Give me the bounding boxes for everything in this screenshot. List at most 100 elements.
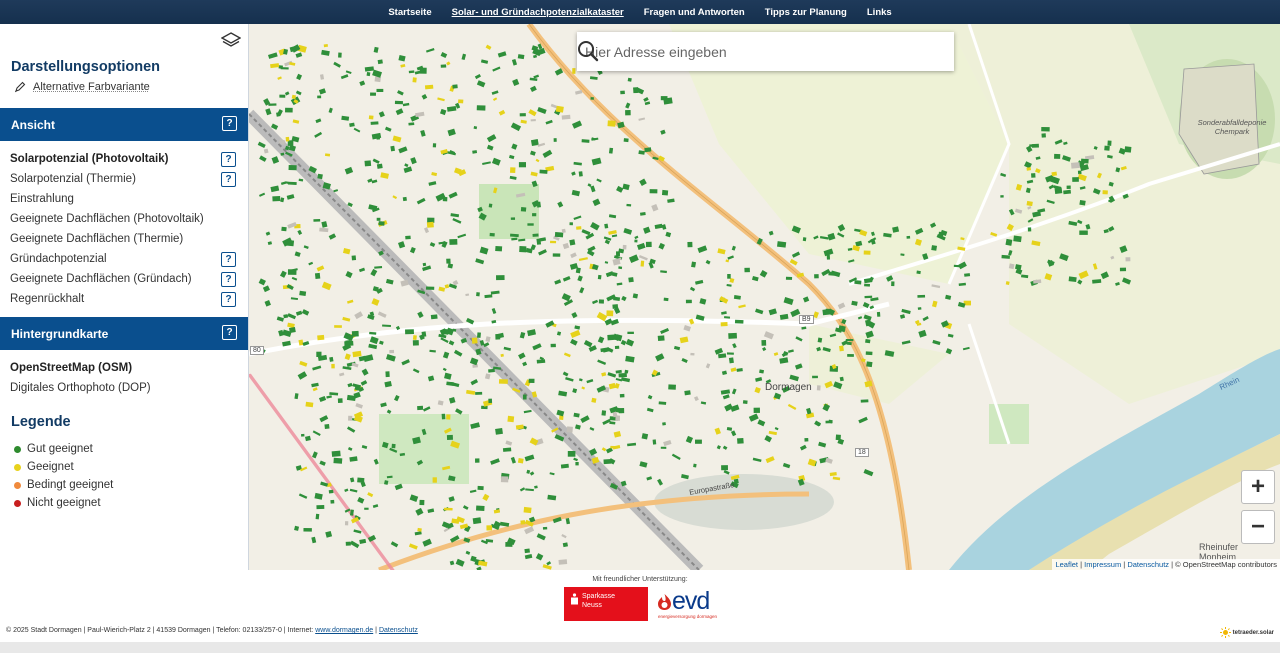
ansicht-help-button[interactable]: ?	[222, 116, 237, 131]
building-footprint	[572, 68, 576, 74]
nav-faq[interactable]: Fragen und Antworten	[644, 7, 745, 18]
nav-tipps[interactable]: Tipps zur Planung	[765, 7, 847, 18]
building-footprint	[458, 99, 464, 104]
building-footprint	[618, 266, 623, 270]
building-footprint	[785, 276, 793, 280]
building-footprint	[640, 260, 645, 267]
nav-startseite[interactable]: Startseite	[388, 7, 431, 18]
building-footprint	[1054, 153, 1061, 159]
option-einstrahlung[interactable]: Einstrahlung	[10, 193, 74, 205]
building-footprint	[591, 397, 597, 403]
option-dach-gruendach[interactable]: Geeignete Dachflächen (Gründach)	[10, 273, 192, 285]
website-link[interactable]: www.dormagen.de	[315, 627, 373, 634]
map-label-18: 18	[855, 448, 869, 457]
section-header-hintergrund[interactable]: Hintergrundkarte ?	[0, 317, 248, 350]
building-footprint	[315, 513, 320, 520]
building-footprint	[550, 343, 556, 348]
building-footprint	[517, 458, 524, 464]
building-footprint	[405, 329, 414, 335]
legend-item: Bedingt geeignet	[14, 479, 113, 491]
building-footprint	[625, 110, 631, 116]
hintergrund-help-button[interactable]: ?	[222, 325, 237, 340]
datenschutz-link[interactable]: Datenschutz	[1127, 560, 1169, 569]
building-footprint	[507, 415, 515, 423]
building-footprint	[802, 237, 807, 242]
building-footprint	[351, 255, 357, 261]
help-regenrueckhalt[interactable]: ?	[221, 292, 236, 307]
legal-text: © 2025 Stadt Dormagen | Paul-Wierich-Pla…	[6, 627, 314, 634]
building-footprint	[1033, 279, 1042, 284]
alt-color-toggle[interactable]: Alternative Farbvariante	[14, 81, 150, 93]
building-footprint	[500, 353, 504, 357]
footer: Mit freundlicher Unterstützung: Sparkass…	[0, 570, 1280, 653]
building-footprint	[522, 394, 527, 400]
address-search-input[interactable]	[577, 43, 907, 60]
building-footprint	[695, 439, 702, 444]
help-dach-gruendach[interactable]: ?	[221, 272, 236, 287]
building-footprint	[303, 527, 312, 532]
building-footprint	[313, 219, 321, 222]
building-footprint	[408, 122, 415, 126]
search-icon[interactable]	[577, 40, 599, 62]
building-footprint	[495, 245, 503, 252]
building-footprint	[728, 357, 734, 364]
help-solar-pv[interactable]: ?	[221, 152, 236, 167]
building-footprint	[1026, 167, 1032, 171]
zoom-in-button[interactable]: +	[1241, 470, 1275, 504]
building-footprint	[727, 274, 731, 279]
leaflet-link[interactable]: Leaflet	[1055, 560, 1078, 569]
building-footprint	[1051, 171, 1058, 177]
section-header-ansicht[interactable]: Ansicht ?	[0, 108, 248, 141]
help-gruendach[interactable]: ?	[221, 252, 236, 267]
option-regenrueckhalt[interactable]: Regenrückhalt	[10, 293, 84, 305]
building-footprint	[552, 253, 561, 257]
building-footprint	[510, 233, 519, 238]
building-footprint	[475, 391, 483, 395]
building-footprint	[1080, 158, 1089, 164]
building-footprint	[412, 340, 419, 346]
building-footprint	[412, 77, 417, 83]
building-footprint	[495, 333, 501, 340]
building-footprint	[364, 507, 369, 510]
option-gruendach[interactable]: Gründachpotenzial	[10, 253, 107, 265]
building-footprint	[376, 217, 381, 221]
building-footprint	[527, 223, 534, 226]
building-footprint	[348, 415, 353, 421]
building-footprint	[330, 499, 335, 504]
building-footprint	[488, 398, 493, 404]
evd-logo[interactable]: evd energieversorgung dormagen	[656, 587, 720, 621]
building-footprint	[1079, 230, 1088, 235]
option-dach-thermie[interactable]: Geeignete Dachflächen (Thermie)	[10, 233, 183, 245]
map-canvas[interactable]	[249, 24, 1280, 570]
building-footprint	[268, 103, 277, 106]
building-footprint	[422, 262, 427, 267]
map-view[interactable]: Dormagen Sonderabfalldeponie Chempark Rh…	[249, 24, 1280, 570]
help-solar-thermie[interactable]: ?	[221, 172, 236, 187]
building-footprint	[693, 463, 697, 468]
option-osm[interactable]: OpenStreetMap (OSM)	[10, 362, 132, 374]
nav-links[interactable]: Links	[867, 7, 892, 18]
sparkasse-logo[interactable]: Sparkasse Neuss	[564, 587, 648, 621]
option-dop[interactable]: Digitales Orthophoto (DOP)	[10, 382, 151, 394]
building-footprint	[865, 351, 873, 356]
option-solar-thermie[interactable]: Solarpotenzial (Thermie)	[10, 173, 136, 185]
map-label-town: Dormagen	[765, 382, 812, 393]
layers-icon[interactable]	[221, 32, 241, 50]
impressum-link[interactable]: Impressum	[1084, 560, 1121, 569]
privacy-link[interactable]: Datenschutz	[379, 627, 418, 634]
building-footprint	[633, 87, 639, 94]
option-dach-pv[interactable]: Geeignete Dachflächen (Photovoltaik)	[10, 213, 204, 225]
building-footprint	[626, 203, 632, 207]
map-label-b9: B9	[799, 315, 814, 324]
zoom-out-button[interactable]: −	[1241, 510, 1275, 544]
building-footprint	[472, 517, 482, 525]
building-footprint	[1124, 146, 1132, 153]
option-solar-pv[interactable]: Solarpotenzial (Photovoltaik)	[10, 153, 168, 165]
building-footprint	[663, 297, 669, 302]
building-footprint	[864, 295, 873, 299]
nav-solarkataster[interactable]: Solar- und Gründachpotenzialkataster	[452, 7, 624, 18]
building-footprint	[500, 476, 509, 483]
building-footprint	[488, 368, 495, 373]
tetraeder-brand[interactable]: tetraeder.solar	[1219, 627, 1274, 638]
building-footprint	[272, 195, 281, 202]
